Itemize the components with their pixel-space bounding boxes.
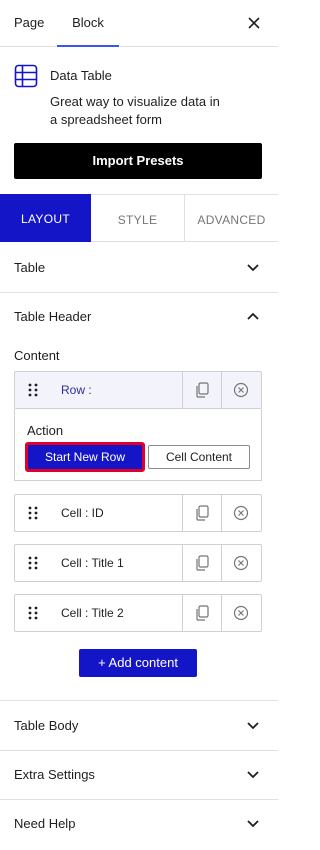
divider xyxy=(221,372,222,408)
mode-tabs: LAYOUT STYLE ADVANCED xyxy=(0,194,278,242)
action-label: Action xyxy=(27,423,64,438)
import-presets-button[interactable]: Import Presets xyxy=(14,143,262,179)
table-grid-icon xyxy=(14,64,38,88)
remove-icon[interactable] xyxy=(233,555,249,571)
tab-style[interactable]: STYLE xyxy=(91,194,185,242)
drag-handle-icon[interactable] xyxy=(27,382,39,398)
chevron-down-icon[interactable] xyxy=(246,720,260,732)
content-item-row[interactable]: Row : xyxy=(14,371,262,409)
divider xyxy=(182,372,183,408)
chevron-down-icon[interactable] xyxy=(246,262,260,274)
duplicate-icon[interactable] xyxy=(195,605,209,621)
section-need-help[interactable]: Need Help xyxy=(0,799,278,849)
row-action-panel: Action Start New Row Cell Content xyxy=(14,409,262,481)
content-item-label: Cell : ID xyxy=(61,506,104,520)
section-extra-settings-title: Extra Settings xyxy=(14,767,95,782)
start-new-row-button[interactable]: Start New Row xyxy=(25,442,145,472)
divider xyxy=(221,545,222,581)
cell-content-button[interactable]: Cell Content xyxy=(148,445,250,469)
chevron-up-icon[interactable] xyxy=(246,311,260,323)
divider xyxy=(221,495,222,531)
chevron-down-icon[interactable] xyxy=(246,818,260,830)
section-need-help-title: Need Help xyxy=(14,816,76,831)
content-item-label: Cell : Title 2 xyxy=(61,606,124,620)
duplicate-icon[interactable] xyxy=(195,505,209,521)
remove-icon[interactable] xyxy=(233,382,249,398)
block-title: Data Table xyxy=(50,68,112,83)
section-table[interactable]: Table xyxy=(0,243,278,293)
divider xyxy=(182,545,183,581)
content-item-label: Cell : Title 1 xyxy=(61,556,124,570)
divider xyxy=(221,595,222,631)
section-table-body[interactable]: Table Body xyxy=(0,701,278,751)
section-table-title: Table xyxy=(14,260,46,275)
content-item-cell-title-2[interactable]: Cell : Title 2 xyxy=(14,594,262,632)
content-item-cell-id[interactable]: Cell : ID xyxy=(14,494,262,532)
divider xyxy=(182,595,183,631)
tab-block[interactable]: Block xyxy=(57,0,119,47)
divider xyxy=(182,495,183,531)
drag-handle-icon[interactable] xyxy=(27,605,39,621)
sidebar-tabs: Page Block xyxy=(0,0,278,47)
add-content-button[interactable]: + Add content xyxy=(79,649,197,677)
content-label: Content xyxy=(14,348,60,363)
section-table-header-title: Table Header xyxy=(14,309,92,324)
tab-layout[interactable]: LAYOUT xyxy=(0,194,91,242)
remove-icon[interactable] xyxy=(233,605,249,621)
tab-advanced[interactable]: ADVANCED xyxy=(185,194,278,242)
drag-handle-icon[interactable] xyxy=(27,505,39,521)
content-item-label: Row : xyxy=(61,383,92,397)
remove-icon[interactable] xyxy=(233,505,249,521)
drag-handle-icon[interactable] xyxy=(27,555,39,571)
duplicate-icon[interactable] xyxy=(195,382,209,398)
duplicate-icon[interactable] xyxy=(195,555,209,571)
content-item-cell-title-1[interactable]: Cell : Title 1 xyxy=(14,544,262,582)
block-description: Great way to visualize data in a spreads… xyxy=(50,94,220,127)
section-extra-settings[interactable]: Extra Settings xyxy=(0,750,278,800)
section-table-header[interactable]: Table Header xyxy=(0,292,278,342)
close-icon[interactable] xyxy=(244,13,264,33)
chevron-down-icon[interactable] xyxy=(246,769,260,781)
section-table-body-title: Table Body xyxy=(14,718,79,733)
tab-page[interactable]: Page xyxy=(14,0,44,46)
